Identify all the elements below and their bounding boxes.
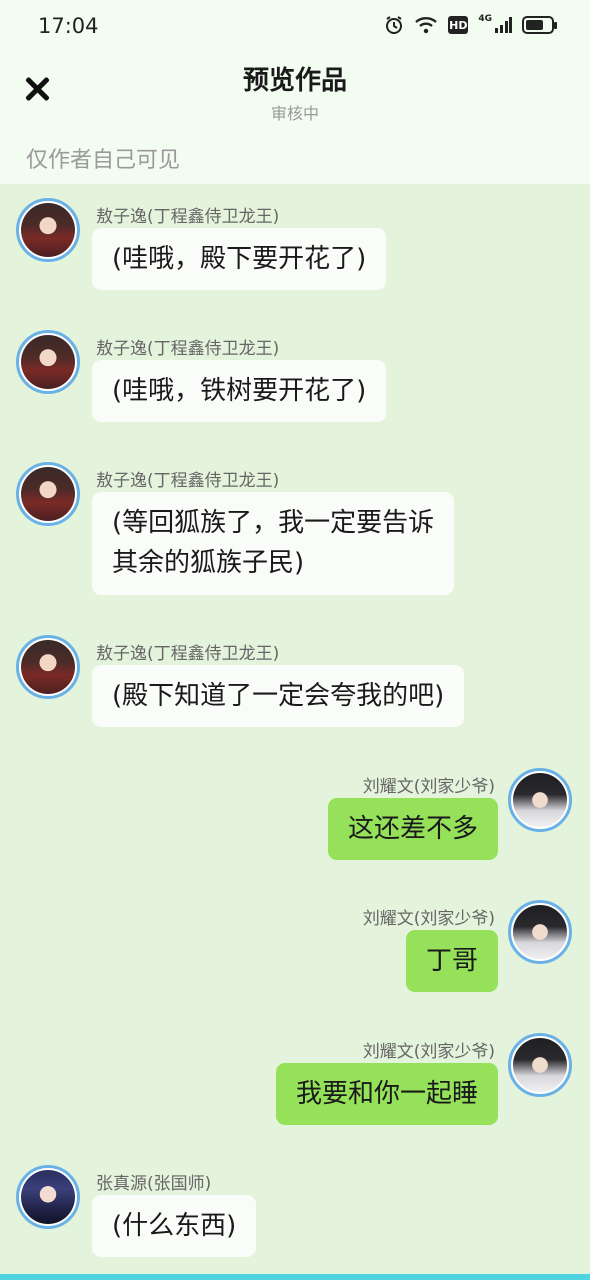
message-bubble[interactable]: (什么东西) — [92, 1195, 257, 1258]
avatar-aoziyi[interactable] — [16, 462, 80, 526]
avatar-liuyaowen[interactable] — [508, 768, 572, 832]
alarm-icon — [384, 14, 404, 36]
message-bubble[interactable]: (哇哦，铁树要开花了) — [92, 360, 387, 423]
message-bubble[interactable]: (殿下知道了一定会夸我的吧) — [92, 665, 465, 728]
avatar-liuyaowen[interactable] — [508, 900, 572, 964]
network-label: 4G — [478, 14, 492, 24]
message-bubble[interactable]: 这还差不多 — [327, 798, 498, 861]
bottom-edge — [0, 1274, 590, 1280]
visibility-note: 仅作者自己可见 — [26, 148, 181, 173]
sender-name: 敖子逸(丁程鑫侍卫龙王) — [96, 644, 280, 664]
hd-icon: HD — [448, 16, 469, 34]
review-status: 审核中 — [270, 104, 319, 123]
sender-name: 刘耀文(刘家少爷) — [362, 777, 495, 797]
battery-icon — [522, 16, 557, 34]
sender-name: 敖子逸(丁程鑫侍卫龙王) — [96, 207, 280, 227]
sender-name: 敖子逸(丁程鑫侍卫龙王) — [96, 339, 280, 359]
avatar-liuyaowen[interactable] — [508, 1033, 572, 1097]
avatar-aoziyi[interactable] — [16, 635, 80, 699]
wifi-icon — [414, 14, 438, 36]
message-bubble[interactable]: (等回狐族了，我一定要告诉 其余的狐族子民) — [92, 492, 455, 595]
status-icons: HD 4G — [384, 14, 557, 36]
avatar-aoziyi[interactable] — [16, 330, 80, 394]
signal-4g-icon: 4G — [478, 14, 512, 36]
status-bar: 17:04 HD 4G — [0, 0, 590, 52]
chat-area[interactable]: 敖子逸(丁程鑫侍卫龙王) (哇哦，殿下要开花了) 敖子逸(丁程鑫侍卫龙王) (哇… — [0, 184, 590, 1274]
message-bubble[interactable]: 丁哥 — [405, 930, 498, 993]
battery-level — [526, 20, 544, 30]
header: 预览作品 审核中 仅作者自己可见 — [0, 52, 590, 184]
message-bubble[interactable]: 我要和你一起睡 — [275, 1063, 498, 1126]
sender-name: 张真源(张国师) — [96, 1174, 212, 1194]
message-bubble[interactable]: (哇哦，殿下要开花了) — [92, 228, 387, 291]
avatar-zhangzhenyuan[interactable] — [16, 1165, 80, 1229]
page-title: 预览作品 — [242, 66, 347, 96]
status-time: 17:04 — [38, 14, 99, 38]
sender-name: 刘耀文(刘家少爷) — [362, 1042, 495, 1062]
sender-name: 敖子逸(丁程鑫侍卫龙王) — [96, 471, 280, 491]
avatar-aoziyi[interactable] — [16, 198, 80, 262]
sender-name: 刘耀文(刘家少爷) — [362, 909, 495, 929]
